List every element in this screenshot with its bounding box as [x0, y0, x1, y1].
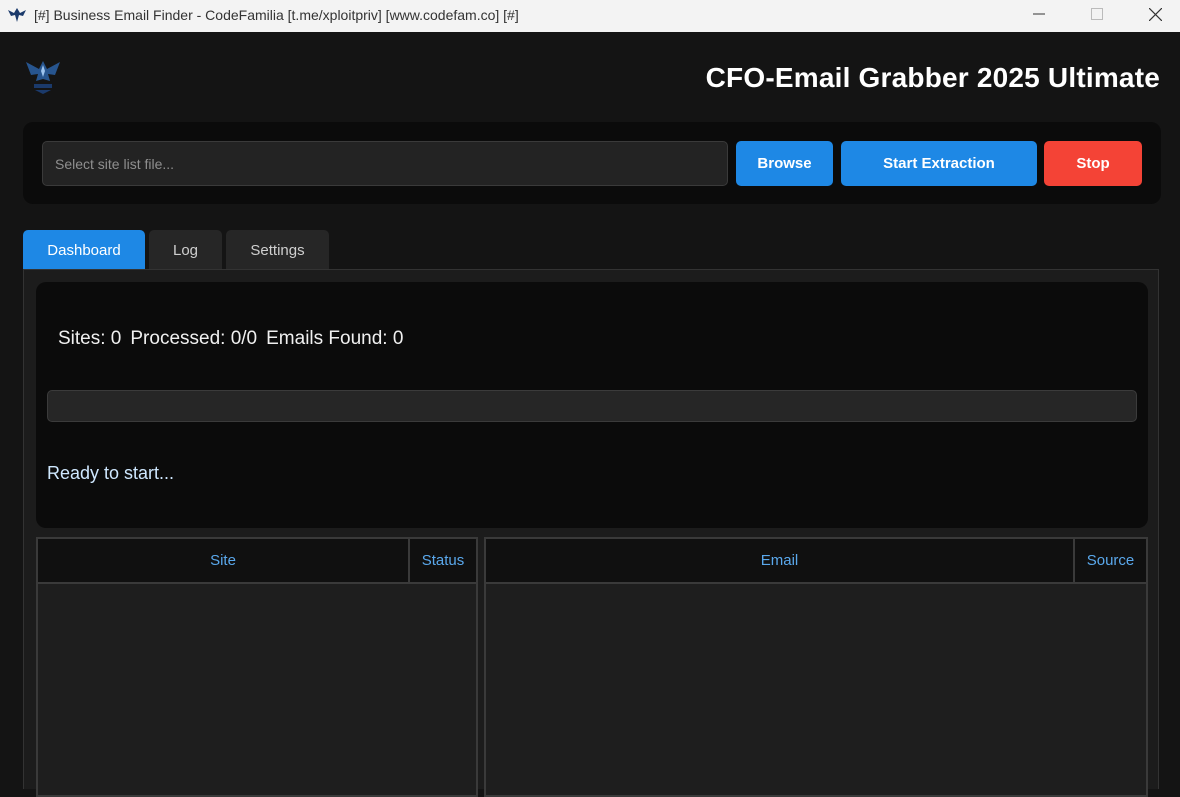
- tab-log[interactable]: Log: [149, 230, 222, 270]
- minimize-icon: [1033, 13, 1045, 15]
- browse-button[interactable]: Browse: [736, 141, 833, 186]
- maximize-icon: [1091, 8, 1103, 20]
- close-button[interactable]: [1126, 0, 1180, 28]
- sites-count: Sites: 0: [58, 328, 122, 349]
- close-icon: [1148, 7, 1162, 21]
- maximize-button[interactable]: [1068, 0, 1126, 28]
- app-title: CFO-Email Grabber 2025 Ultimate: [705, 62, 1160, 93]
- tab-settings[interactable]: Settings: [226, 230, 329, 270]
- eagle-app-icon: [8, 8, 26, 22]
- stop-button[interactable]: Stop: [1044, 141, 1142, 186]
- minimize-button[interactable]: [1010, 0, 1068, 28]
- column-header-status[interactable]: Status: [408, 539, 476, 582]
- emails-table[interactable]: Email Source: [484, 537, 1148, 797]
- status-message: Ready to start...: [47, 463, 175, 483]
- window-titlebar: [#] Business Email Finder - CodeFamilia …: [0, 0, 1180, 32]
- extraction-progress-bar: [47, 390, 1137, 422]
- emails-table-header: Email Source: [486, 539, 1146, 584]
- processed-count: Processed: 0/0: [130, 328, 258, 349]
- sites-table[interactable]: Site Status: [36, 537, 478, 797]
- column-header-source[interactable]: Source: [1073, 539, 1146, 582]
- tab-dashboard[interactable]: Dashboard: [23, 230, 145, 270]
- column-header-email[interactable]: Email: [486, 539, 1073, 582]
- column-header-site[interactable]: Site: [38, 539, 408, 582]
- site-list-file-input[interactable]: [42, 141, 728, 186]
- eagle-logo-icon: [26, 61, 60, 94]
- emails-found-count: Emails Found: 0: [266, 328, 404, 349]
- sites-table-header: Site Status: [38, 539, 476, 584]
- stats-row: Sites: 0 Processed: 0/0 Emails Found: 0: [58, 328, 403, 350]
- start-extraction-button[interactable]: Start Extraction: [841, 141, 1037, 186]
- window-title: [#] Business Email Finder - CodeFamilia …: [34, 7, 519, 23]
